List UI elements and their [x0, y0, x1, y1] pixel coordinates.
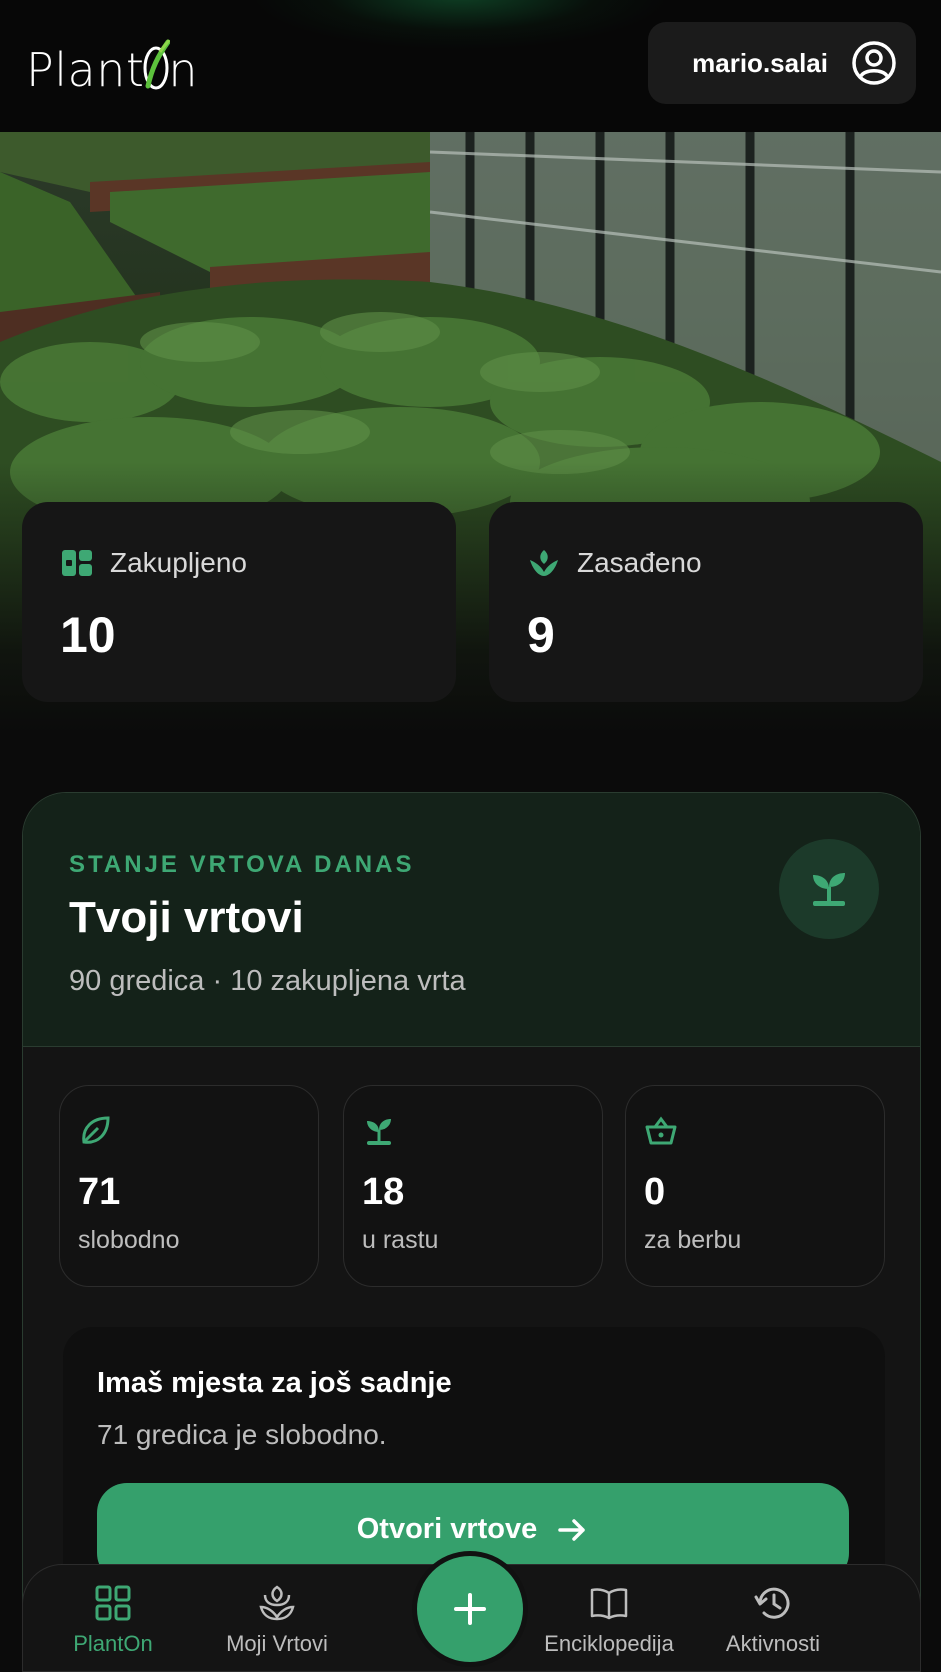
grid-icon	[95, 1585, 131, 1621]
nav-item-planton[interactable]: PlantOn	[23, 1565, 203, 1672]
metric-label: slobodno	[78, 1226, 180, 1254]
add-fab-button[interactable]	[412, 1551, 528, 1667]
plus-icon	[454, 1593, 486, 1625]
metric-label: u rastu	[362, 1226, 439, 1254]
nav-item-moji-vrtovi[interactable]: Moji Vrtovi	[187, 1565, 367, 1672]
garden-status-header: STANJE VRTOVA DANAS Tvoji vrtovi 90 gred…	[23, 793, 920, 1047]
garden-status-card: STANJE VRTOVA DANAS Tvoji vrtovi 90 gred…	[22, 792, 921, 1672]
garden-status-subtitle: 90 gredica · 10 zakupljena vrta	[69, 965, 466, 997]
basket-icon	[645, 1116, 677, 1145]
metric-value: 0	[644, 1171, 666, 1213]
stat-value: 10	[60, 607, 116, 663]
metric-label: za berbu	[644, 1226, 742, 1254]
seedling-icon	[367, 1119, 391, 1145]
stat-card-zakupljeno[interactable]: Zakupljeno 10	[22, 502, 456, 702]
nav-label: Moji Vrtovi	[226, 1631, 328, 1656]
info-title: Imaš mjesta za još sadnje	[97, 1367, 452, 1399]
nav-label: PlantOn	[73, 1631, 153, 1656]
stat-value: 9	[527, 607, 555, 663]
flower-icon	[259, 1585, 295, 1621]
dashboard-icon	[62, 550, 92, 576]
user-circle-icon	[852, 41, 896, 85]
metric-card-u-rastu: 18 u rastu	[343, 1085, 603, 1287]
logo-leaf-icon	[142, 38, 171, 94]
metric-value: 18	[362, 1171, 405, 1213]
seedling-badge	[779, 839, 879, 939]
stat-label: Zakupljeno	[110, 547, 247, 578]
metric-value: 71	[78, 1171, 121, 1213]
user-name: mario.salai	[692, 47, 828, 78]
nav-item-enciklopedija[interactable]: Enciklopedija	[519, 1565, 699, 1672]
sprout-icon	[530, 550, 558, 576]
logo-text-left: Plant	[26, 43, 145, 97]
user-menu-button[interactable]: mario.salai	[648, 22, 916, 104]
garden-status-eyebrow: STANJE VRTOVA DANAS	[69, 851, 415, 878]
metric-card-za-berbu: 0 za berbu	[625, 1085, 885, 1287]
stat-card-zasadeno[interactable]: Zasađeno 9	[489, 502, 923, 702]
app-header: Plant n mario.salai	[0, 0, 941, 132]
info-subtitle: 71 gredica je slobodno.	[97, 1419, 387, 1450]
leaf-icon	[82, 1116, 110, 1144]
metric-card-slobodno: 71 slobodno	[59, 1085, 319, 1287]
logo-text-right: n	[168, 43, 199, 97]
nav-label: Aktivnosti	[725, 1631, 821, 1656]
header-glow	[250, 0, 670, 50]
app-logo[interactable]: Plant n	[26, 39, 199, 98]
arrow-right-icon	[558, 1519, 585, 1541]
nav-item-aktivnosti[interactable]: Aktivnosti	[683, 1565, 863, 1672]
garden-status-title: Tvoji vrtovi	[69, 893, 304, 942]
book-icon	[590, 1588, 628, 1620]
history-icon	[754, 1587, 790, 1619]
open-gardens-label: Otvori vrtove	[356, 1513, 538, 1545]
stat-label: Zasađeno	[577, 547, 702, 578]
seedling-icon	[813, 873, 845, 906]
nav-label: Enciklopedija	[544, 1631, 674, 1656]
